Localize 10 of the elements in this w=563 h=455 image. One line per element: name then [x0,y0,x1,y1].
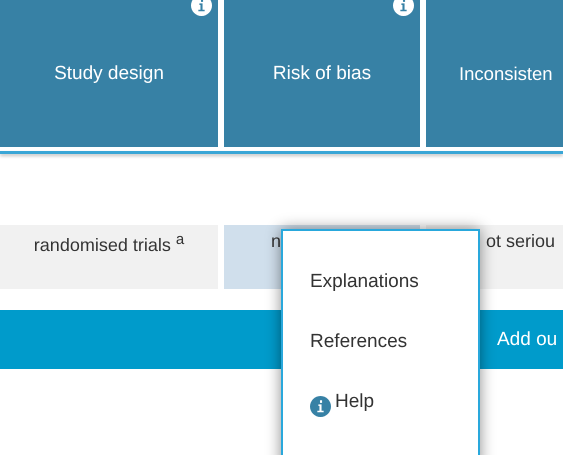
info-icon[interactable] [191,0,212,16]
menu-item[interactable]: References [283,331,478,391]
info-icon[interactable] [393,0,414,16]
info-icon [310,396,331,417]
column-header-label: Inconsisten [459,62,553,84]
column-header-label: Study design [54,62,164,84]
menu-item[interactable]: Help [283,391,478,451]
table-cell: randomised trials $^{a}$ [0,225,218,289]
column-header-label: Risk of bias [272,62,372,84]
menu-item-label: Help [335,391,374,413]
